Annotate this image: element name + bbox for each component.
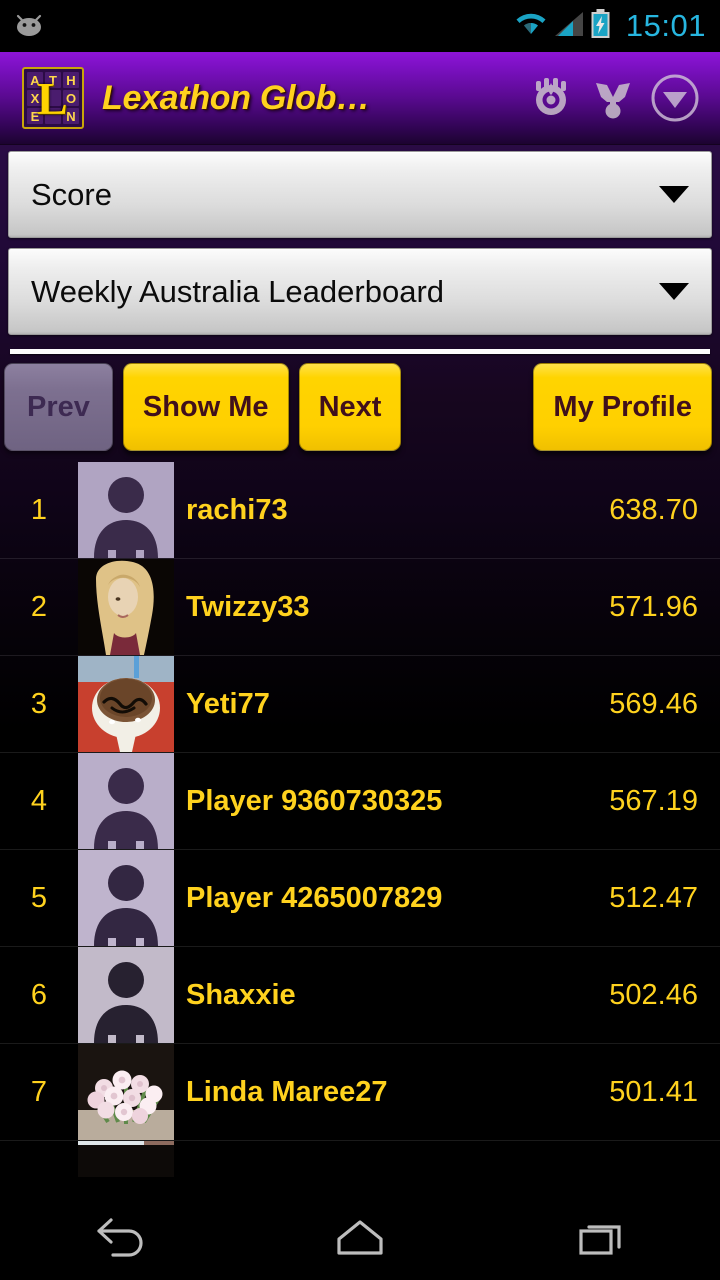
avatar xyxy=(78,1141,174,1177)
page-title: Lexathon Glob… xyxy=(102,78,370,117)
pagination-toolbar: Prev Show Me Next My Profile xyxy=(0,354,720,451)
avatar xyxy=(78,753,174,849)
table-row[interactable]: 1 rachi73 638.70 xyxy=(0,462,720,559)
trophy-person-icon[interactable] xyxy=(582,67,644,129)
table-row[interactable]: 3 Yeti77 569.46 xyxy=(0,656,720,753)
avatar xyxy=(78,850,174,946)
recents-icon[interactable] xyxy=(525,1193,675,1280)
table-row[interactable]: 4 Player 9360730325 567.19 xyxy=(0,753,720,850)
metric-spinner[interactable]: Score xyxy=(8,151,712,238)
rank-cell: 4 xyxy=(30,784,48,817)
my-profile-button[interactable]: My Profile xyxy=(533,363,712,451)
lexathon-logo-icon[interactable]: A T H X O E N L xyxy=(22,67,84,129)
table-row[interactable]: 6 Shaxxie 502.46 xyxy=(0,947,720,1044)
home-icon[interactable] xyxy=(285,1193,435,1280)
status-bar-notifications xyxy=(12,9,46,44)
status-bar-system-icons: 15:01 xyxy=(514,8,706,44)
score-cell: 571.96 xyxy=(609,590,698,623)
avatar xyxy=(78,1044,174,1140)
player-name-cell: Player 9360730325 xyxy=(186,784,443,817)
logo-tile: E xyxy=(27,108,43,124)
rank-cell: 7 xyxy=(30,1075,48,1108)
score-cell: 638.70 xyxy=(609,493,698,526)
logo-tile xyxy=(45,90,61,106)
score-cell: 501.41 xyxy=(609,1075,698,1108)
phone-screen: 15:01 A T H X O E N L Lexathon Glob… Sco… xyxy=(0,0,720,1280)
player-name-cell: Shaxxie xyxy=(186,978,296,1011)
score-cell: 512.47 xyxy=(609,881,698,914)
avatar xyxy=(78,947,174,1043)
player-name-cell: Player 4265007829 xyxy=(186,881,443,914)
logo-tile: O xyxy=(63,90,79,106)
android-nav-bar xyxy=(0,1193,720,1280)
back-icon[interactable] xyxy=(45,1193,195,1280)
overflow-chevron-down-icon[interactable] xyxy=(644,67,706,129)
player-name-cell: Yeti77 xyxy=(186,687,270,720)
player-name-cell: Twizzy33 xyxy=(186,590,310,623)
rank-cell: 3 xyxy=(30,687,48,720)
leaderboard-list[interactable]: 1 rachi73 638.70 2 Twizzy33 571.96 3 Yet… xyxy=(0,462,720,1177)
rank-cell: 2 xyxy=(30,590,48,623)
logo-tile: X xyxy=(27,90,43,106)
battery-charging-icon xyxy=(590,8,611,44)
score-cell: 502.46 xyxy=(609,978,698,1011)
prev-button[interactable]: Prev xyxy=(4,363,113,451)
logo-tile: A xyxy=(27,72,43,88)
avatar xyxy=(78,462,174,558)
table-row[interactable]: 7 Linda Maree27 501.41 xyxy=(0,1044,720,1141)
player-name-cell: rachi73 xyxy=(186,493,288,526)
logo-tile: H xyxy=(63,72,79,88)
rank-cell: 6 xyxy=(30,978,48,1011)
avatar xyxy=(78,656,174,752)
android-bean-icon xyxy=(12,9,46,44)
logo-tile: N xyxy=(63,108,79,124)
leaderboard-spinner[interactable]: Weekly Australia Leaderboard xyxy=(8,248,712,335)
metric-spinner-value: Score xyxy=(31,176,112,212)
score-cell: 569.46 xyxy=(609,687,698,720)
table-row[interactable] xyxy=(0,1141,720,1177)
status-bar: 15:01 xyxy=(0,0,720,52)
table-row[interactable]: 5 Player 4265007829 512.47 xyxy=(0,850,720,947)
player-name-cell: Linda Maree27 xyxy=(186,1075,388,1108)
rank-cell: 1 xyxy=(30,493,48,526)
next-button[interactable]: Next xyxy=(298,363,402,451)
settings-gear-icon[interactable] xyxy=(520,67,582,129)
logo-tile: T xyxy=(45,72,61,88)
chevron-down-icon xyxy=(659,283,689,300)
status-bar-clock: 15:01 xyxy=(625,8,706,43)
score-cell: 567.19 xyxy=(609,784,698,817)
leaderboard-spinner-value: Weekly Australia Leaderboard xyxy=(31,273,445,309)
chevron-down-icon xyxy=(659,186,689,203)
wifi-icon xyxy=(514,10,548,43)
action-bar: A T H X O E N L Lexathon Glob… xyxy=(0,52,720,145)
show-me-button[interactable]: Show Me xyxy=(122,363,289,451)
cellular-signal-icon xyxy=(554,10,583,43)
rank-cell: 5 xyxy=(30,881,48,914)
main-content: Score Weekly Australia Leaderboard Prev … xyxy=(0,145,720,1193)
table-row[interactable]: 2 Twizzy33 571.96 xyxy=(0,559,720,656)
logo-tile xyxy=(45,108,61,124)
avatar xyxy=(78,559,174,655)
